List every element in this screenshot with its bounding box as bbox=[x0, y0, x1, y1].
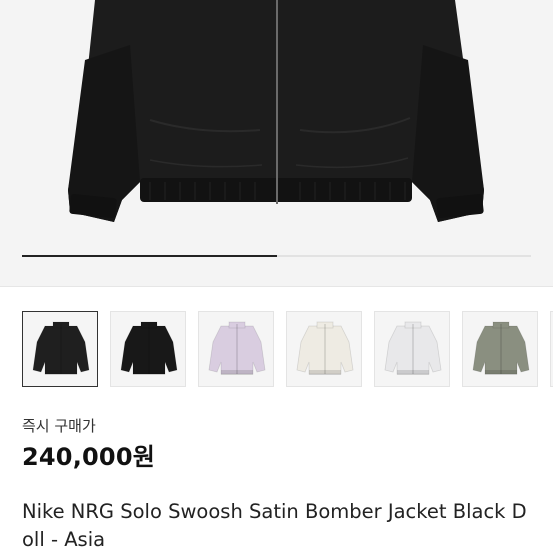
jacket-thumbnail-image bbox=[296, 321, 354, 375]
thumbnail-olive-jacket[interactable] bbox=[462, 311, 538, 387]
image-carousel-progress bbox=[22, 255, 531, 257]
jacket-thumbnail-image bbox=[384, 321, 442, 375]
product-title: Nike NRG Solo Swoosh Satin Bomber Jacket… bbox=[22, 500, 527, 551]
product-hero-image[interactable] bbox=[0, 0, 553, 286]
price: 240,000원 bbox=[22, 443, 155, 471]
jacket-thumbnail-image bbox=[472, 321, 530, 375]
thumbnail-black-jacket-front-selected[interactable] bbox=[22, 311, 98, 387]
thumbnail-white-jacket[interactable] bbox=[374, 311, 450, 387]
progress-indicator bbox=[22, 255, 277, 257]
divider bbox=[0, 286, 553, 287]
jacket-thumbnail-image bbox=[208, 321, 266, 375]
jacket-thumbnail-image bbox=[32, 321, 90, 375]
instant-purchase-label: 즉시 구매가 bbox=[22, 417, 96, 435]
jacket-thumbnail-image bbox=[120, 321, 178, 375]
jacket-image bbox=[68, 0, 484, 222]
thumbnail-cream-jacket[interactable] bbox=[286, 311, 362, 387]
thumbnail-strip bbox=[22, 311, 553, 389]
thumbnail-lilac-jacket[interactable] bbox=[198, 311, 274, 387]
thumbnail-black-jacket-front-2[interactable] bbox=[110, 311, 186, 387]
